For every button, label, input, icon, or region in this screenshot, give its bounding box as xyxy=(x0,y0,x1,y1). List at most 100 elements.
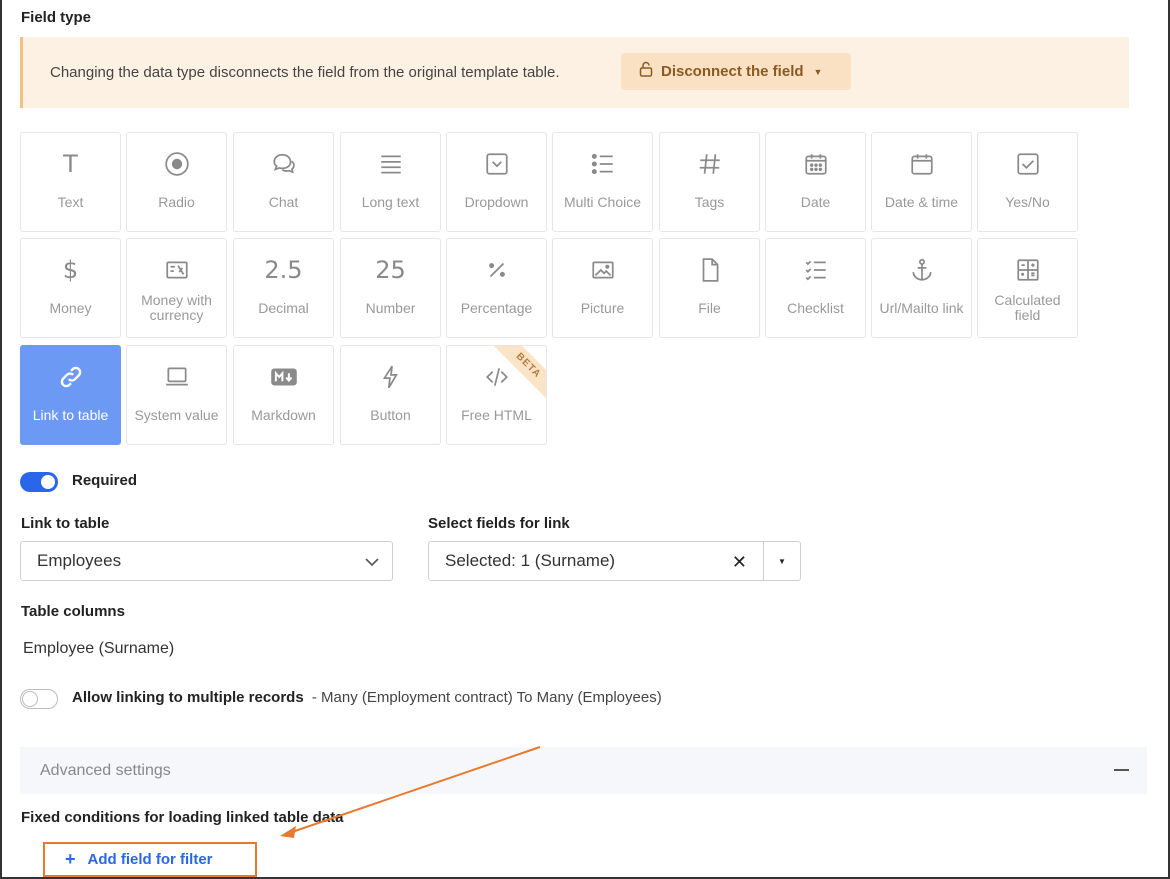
laptop-icon xyxy=(127,362,226,392)
bolt-icon xyxy=(341,362,440,392)
type-tile-multi-choice[interactable]: Multi Choice xyxy=(552,132,653,232)
type-label: Money xyxy=(49,300,92,316)
calculator-icon xyxy=(978,255,1077,285)
type-tile-markdown[interactable]: Markdown xyxy=(233,345,334,445)
multiple-records-label: Allow linking to multiple records xyxy=(72,689,304,706)
file-icon xyxy=(660,255,759,285)
checkbox-icon xyxy=(978,149,1077,179)
disconnect-field-label: Disconnect the field xyxy=(661,63,804,80)
type-label: Dropdown xyxy=(464,194,529,210)
type-label: Text xyxy=(57,194,84,210)
type-tile-radio[interactable]: Radio xyxy=(126,132,227,232)
advanced-settings-header[interactable]: Advanced settings xyxy=(20,747,1147,794)
link-to-table-value: Employees xyxy=(37,551,122,570)
type-label: Url/Mailto link xyxy=(879,300,964,316)
type-label: Link to table xyxy=(32,407,109,423)
disconnect-field-button[interactable]: Disconnect the field ▼ xyxy=(621,53,851,90)
clear-icon[interactable]: ✕ xyxy=(732,552,747,573)
warning-banner: Changing the data type disconnects the f… xyxy=(20,37,1129,108)
table-columns-label: Table columns xyxy=(21,603,125,620)
multiple-records-toggle[interactable] xyxy=(20,689,58,709)
type-tile-checklist[interactable]: Checklist xyxy=(765,238,866,338)
type-tile-chat[interactable]: Chat xyxy=(233,132,334,232)
chat-icon xyxy=(234,149,333,179)
type-tile-number[interactable]: 25 Number xyxy=(340,238,441,338)
select-fields-label: Select fields for link xyxy=(428,515,570,532)
type-label: Radio xyxy=(158,194,195,210)
type-label: Picture xyxy=(580,300,625,316)
select-fields-dropdown-button[interactable]: ▼ xyxy=(763,541,801,581)
type-label: Markdown xyxy=(251,407,316,423)
type-tile-date[interactable]: Date xyxy=(765,132,866,232)
type-tile-decimal[interactable]: 2.5 Decimal xyxy=(233,238,334,338)
type-tile-dropdown[interactable]: Dropdown xyxy=(446,132,547,232)
dollar-icon: $ xyxy=(62,256,79,284)
type-label: Percentage xyxy=(460,300,533,316)
text-icon: T xyxy=(63,150,78,178)
fixed-conditions-label: Fixed conditions for loading linked tabl… xyxy=(21,809,344,826)
type-tile-date-time[interactable]: Date & time xyxy=(871,132,972,232)
type-label: Number xyxy=(365,300,416,316)
warning-text: Changing the data type disconnects the f… xyxy=(50,64,560,81)
select-fields-value: Selected: 1 (Surname) xyxy=(445,551,616,570)
type-label: Calculated field xyxy=(994,292,1061,323)
chevron-down-icon: ▼ xyxy=(813,66,823,77)
type-label: Decimal xyxy=(258,300,309,316)
type-tile-link-to-table[interactable]: Link to table xyxy=(20,345,121,445)
type-tile-free-html[interactable]: Free HTML BETA xyxy=(446,345,547,445)
link-to-table-label: Link to table xyxy=(21,515,110,532)
required-label: Required xyxy=(72,472,138,489)
type-tile-file[interactable]: File xyxy=(659,238,760,338)
required-toggle[interactable] xyxy=(20,472,58,492)
checklist-icon xyxy=(766,255,865,285)
type-label: Date xyxy=(800,194,831,210)
collapse-icon xyxy=(1114,769,1129,771)
type-label: System value xyxy=(134,407,219,423)
radio-icon xyxy=(127,149,226,179)
type-label: Chat xyxy=(268,194,299,210)
select-fields-input[interactable]: Selected: 1 (Surname) ✕ xyxy=(428,541,764,581)
multi-choice-icon xyxy=(553,149,652,179)
percent-icon xyxy=(447,255,546,285)
add-filter-label: Add field for filter xyxy=(87,851,213,868)
type-label: Free HTML xyxy=(461,407,532,423)
number-icon: 25 xyxy=(375,256,406,284)
type-label: Tags xyxy=(694,194,725,210)
caret-down-icon: ▼ xyxy=(778,556,786,566)
image-icon xyxy=(553,255,652,285)
calendar-icon xyxy=(766,149,865,179)
type-label: Checklist xyxy=(787,300,844,316)
type-label: Date & time xyxy=(884,194,959,210)
type-label: File xyxy=(698,300,721,316)
type-tile-system-value[interactable]: System value xyxy=(126,345,227,445)
dropdown-icon xyxy=(447,149,546,179)
type-tile-money-currency[interactable]: Money with currency xyxy=(126,238,227,338)
type-tile-tags[interactable]: Tags xyxy=(659,132,760,232)
type-tile-url-link[interactable]: Url/Mailto link xyxy=(871,238,972,338)
type-tile-calculated[interactable]: Calculated field xyxy=(977,238,1078,338)
type-tile-text[interactable]: T Text xyxy=(20,132,121,232)
add-filter-button[interactable]: + Add field for filter xyxy=(43,842,257,877)
field-type-heading: Field type xyxy=(21,9,92,26)
type-tile-picture[interactable]: Picture xyxy=(552,238,653,338)
calendar-time-icon xyxy=(872,149,971,179)
advanced-settings-label: Advanced settings xyxy=(40,762,171,779)
type-label: Multi Choice xyxy=(563,194,642,210)
type-label: Button xyxy=(370,407,411,423)
long-text-icon xyxy=(341,149,440,179)
type-label: Long text xyxy=(361,194,420,210)
chevron-down-icon xyxy=(364,554,380,575)
anchor-icon xyxy=(872,255,971,285)
multiple-records-row: Allow linking to multiple records - Many… xyxy=(72,689,662,706)
type-tile-percentage[interactable]: Percentage xyxy=(446,238,547,338)
banknote-icon xyxy=(127,255,226,285)
type-tile-money[interactable]: $ Money xyxy=(20,238,121,338)
type-tile-long-text[interactable]: Long text xyxy=(340,132,441,232)
hash-icon xyxy=(660,149,759,179)
table-columns-value: Employee (Surname) xyxy=(23,640,175,657)
type-tile-button[interactable]: Button xyxy=(340,345,441,445)
type-tile-yes-no[interactable]: Yes/No xyxy=(977,132,1078,232)
lock-icon xyxy=(639,61,653,82)
link-to-table-select[interactable]: Employees xyxy=(20,541,393,581)
type-label: Yes/No xyxy=(1005,194,1050,210)
